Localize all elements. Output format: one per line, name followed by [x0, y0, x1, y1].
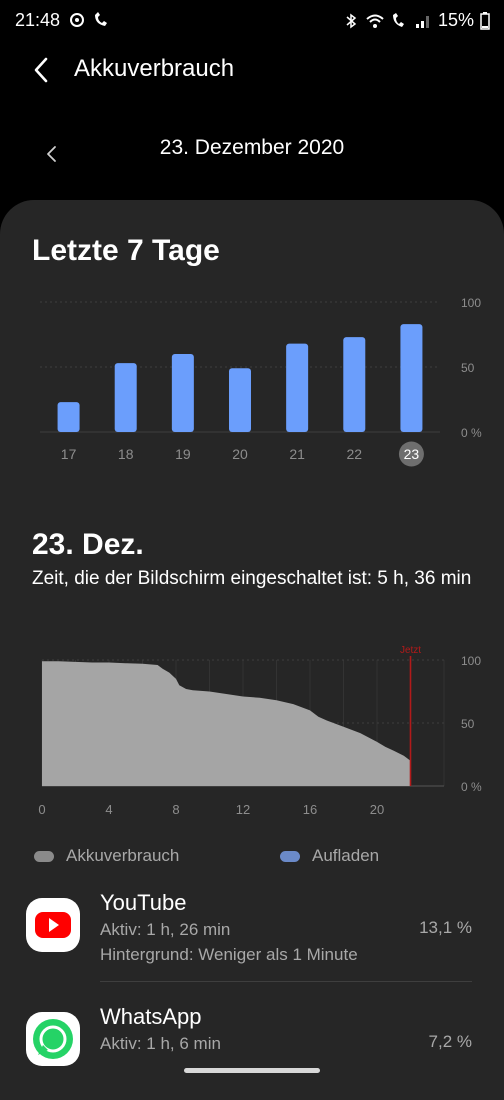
status-time: 21:48 [15, 10, 61, 30]
x-tick-label[interactable]: 23 [404, 446, 420, 462]
app-usage-percent: 13,1 % [419, 918, 472, 937]
app-bar: Akkuverbrauch [0, 40, 504, 100]
y-tick-label: 100 [461, 296, 481, 310]
app-usage-percent: 7,2 % [428, 1032, 472, 1051]
legend-usage-label: Akkuverbrauch [66, 846, 180, 865]
volte-call-icon [392, 12, 404, 27]
x-tick-label[interactable]: 22 [346, 446, 362, 462]
app-row-youtube[interactable]: YouTube Aktiv: 1 h, 26 min Hintergrund: … [0, 888, 504, 980]
app-name: YouTube [100, 890, 187, 915]
y-tick-label: 50 [461, 717, 475, 731]
battery-area [42, 661, 411, 786]
y-tick-label: 0 % [461, 426, 482, 440]
legend-usage: Akkuverbrauch [34, 846, 179, 866]
current-date: 23. Dezember 2020 [159, 136, 345, 159]
battery-percent: 15% [437, 10, 474, 30]
battery-level-chart: Jetzt 100 50 0 % 0 4 8 12 16 20 [38, 645, 482, 817]
bar[interactable] [171, 354, 194, 432]
x-tick-label[interactable]: 17 [61, 446, 77, 462]
sync-notification-icon [70, 13, 84, 27]
y-tick-label: 50 [461, 361, 475, 375]
legend-charging-swatch [280, 850, 300, 862]
weekly-section-title: Letzte 7 Tage [32, 234, 220, 267]
app-name: WhatsApp [100, 1004, 202, 1029]
y-tick-label: 0 % [461, 780, 482, 794]
x-tick-label: 12 [236, 802, 250, 817]
legend-charging-label: Aufladen [312, 846, 380, 865]
wifi-icon [366, 14, 384, 28]
app-row-whatsapp[interactable]: WhatsApp Aktiv: 1 h, 6 min 7,2 % [0, 1002, 504, 1072]
divider [100, 981, 472, 982]
now-label: Jetzt [400, 645, 421, 656]
x-tick-label: 8 [172, 802, 179, 817]
bar[interactable] [114, 363, 137, 432]
legend-charging: Aufladen [280, 846, 379, 866]
x-tick-label: 20 [370, 802, 384, 817]
bar[interactable] [343, 337, 366, 432]
app-active-time: Aktiv: 1 h, 6 min [100, 1034, 221, 1053]
back-arrow-icon[interactable] [26, 54, 58, 86]
y-tick-label: 100 [461, 654, 481, 668]
bar[interactable] [286, 343, 309, 432]
battery-icon [480, 11, 490, 30]
app-background-time: Hintergrund: Weniger als 1 Minute [100, 945, 358, 964]
home-gesture-bar[interactable] [184, 1068, 320, 1073]
x-tick-label: 16 [303, 802, 317, 817]
x-tick-label[interactable]: 19 [175, 446, 191, 462]
page-title: Akkuverbrauch [74, 55, 235, 82]
youtube-icon [26, 898, 80, 952]
bar[interactable] [400, 324, 423, 432]
bluetooth-icon [346, 13, 357, 28]
x-tick-label: 4 [105, 802, 112, 817]
status-bar: 21:48 15% [0, 0, 504, 40]
day-section-title: 23. Dez. [32, 528, 144, 561]
legend-usage-swatch [34, 850, 54, 862]
bar[interactable] [229, 368, 251, 432]
x-tick-label[interactable]: 18 [118, 446, 134, 462]
wifi-call-icon [95, 12, 107, 26]
x-tick-label[interactable]: 20 [232, 446, 248, 462]
date-navigator: 23. Dezember 2020 [0, 120, 504, 180]
x-tick-label[interactable]: 21 [289, 446, 305, 462]
weekly-bar-chart: 0 % 50 100 17 18 19 20 21 22 23 [40, 296, 482, 467]
whatsapp-icon [26, 1012, 80, 1066]
app-active-time: Aktiv: 1 h, 26 min [100, 920, 231, 939]
screen-on-time: Zeit, die der Bildschirm eingeschaltet i… [32, 568, 472, 589]
x-tick-label: 0 [38, 802, 45, 817]
signal-icon [415, 15, 429, 28]
bar[interactable] [57, 402, 80, 432]
